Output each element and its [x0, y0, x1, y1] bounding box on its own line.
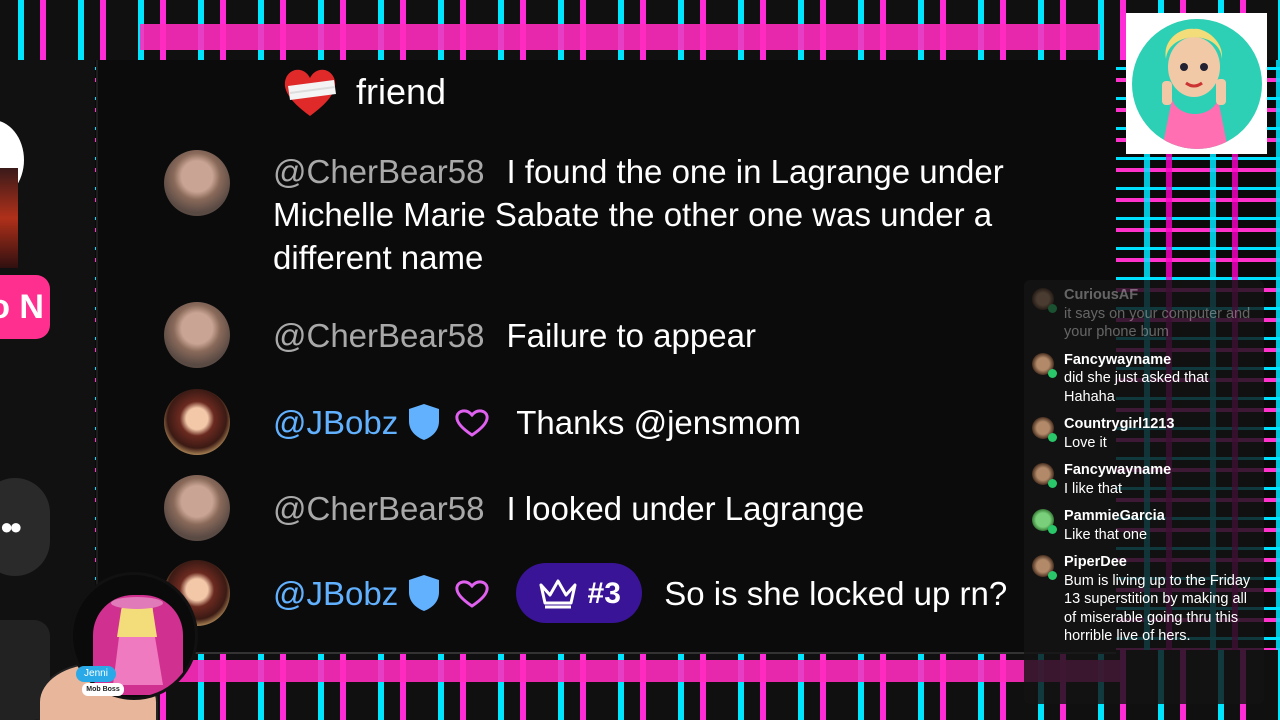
chat-message: @CherBear58 I looked under Lagrange [164, 475, 1053, 541]
side-chat-text: I like that [1064, 480, 1123, 497]
avatar[interactable] [1032, 463, 1057, 488]
avatar[interactable] [1032, 352, 1057, 378]
avatar[interactable] [164, 389, 230, 455]
side-chat-text: it says on your computer and your phone … [1064, 305, 1251, 341]
username[interactable]: @JBobz [273, 401, 398, 444]
chat-message: @JBobz #3 So is she locked up rn? [164, 560, 1073, 626]
chat-message: @JBobz Thanks @jensmom [164, 389, 1053, 455]
side-chat-username[interactable]: Fancywayname [1064, 351, 1256, 370]
side-chat-username[interactable]: PammieGarcia [1064, 507, 1165, 526]
avatar[interactable] [1032, 509, 1057, 534]
channel-logo [1126, 13, 1267, 154]
side-chat-item: Countrygirl1213 Love it [1032, 415, 1256, 452]
side-chat-username[interactable]: CuriousAF [1064, 286, 1256, 305]
logo-illustration [1131, 18, 1262, 149]
side-chat-username[interactable]: Fancywayname [1064, 461, 1171, 480]
left-side-panel: o N ●● [0, 60, 95, 720]
message-text: Thanks @jensmom [516, 403, 801, 441]
avatar[interactable] [1032, 555, 1057, 580]
side-chat-text: Bum is living up to the Friday 13 supers… [1064, 572, 1251, 645]
side-chat-item: PammieGarcia Like that one [1032, 507, 1256, 544]
more-options-button[interactable]: ●● [0, 478, 50, 576]
host-role-tag: Mob Boss [82, 683, 124, 696]
message-text: So is she locked up rn? [664, 574, 1008, 612]
left-pink-button[interactable]: o N [0, 275, 50, 339]
side-chat-username[interactable]: Countrygirl1213 [1064, 415, 1174, 434]
side-chat-text: Like that one [1064, 526, 1148, 543]
rank-badge: #3 [516, 563, 643, 623]
verified-shield-icon [409, 404, 440, 440]
message-text: I looked under Lagrange [506, 489, 865, 527]
chat-message: @CherBear58 I found the one in Lagrange u… [164, 150, 1053, 279]
username[interactable]: @CherBear58 [273, 487, 484, 530]
avatar[interactable] [164, 150, 230, 216]
username[interactable]: @JBobz [273, 572, 398, 615]
side-chat-item: Fancywayname I like that [1032, 461, 1256, 498]
side-chat-item: PiperDee Bum is living up to the Friday … [1032, 553, 1256, 646]
message-text: Failure to appear [506, 316, 756, 354]
verified-shield-icon [409, 575, 440, 611]
chat-panel: friend @CherBear58 I found the one in Lag… [96, 60, 1116, 654]
username[interactable]: @CherBear58 [273, 314, 484, 357]
crown-icon [539, 579, 577, 609]
cartoon-avatar-icon [1161, 28, 1228, 149]
username[interactable]: @CherBear58 [273, 153, 484, 190]
rank-label: #3 [587, 576, 621, 610]
heart-outline-icon [455, 580, 489, 608]
message-text: friend [356, 71, 447, 112]
side-chat-text: did she just asked that Hahaha [1064, 370, 1209, 405]
live-chat-panel: CuriousAF it says on your computer and y… [1024, 280, 1264, 704]
side-chat-item: Fancywayname did she just asked that Hah… [1032, 351, 1256, 407]
avatar[interactable] [1032, 288, 1057, 313]
divider [96, 652, 1116, 654]
side-chat-item: CuriousAF it says on your computer and y… [1032, 286, 1256, 342]
avatar[interactable] [1032, 417, 1057, 442]
message-continuation: friend [278, 60, 446, 124]
side-chat-username[interactable]: PiperDee [1064, 553, 1256, 572]
avatar[interactable] [164, 475, 230, 541]
avatar[interactable] [164, 302, 230, 368]
top-decorative-band [0, 0, 1280, 60]
side-chat-text: Love it [1064, 434, 1107, 451]
host-name-tag: Jenni [76, 666, 116, 682]
heart-outline-icon [455, 409, 489, 437]
left-thumbnail [0, 168, 18, 268]
chat-message: @CherBear58 Failure to appear [164, 302, 1053, 368]
bandaged-heart-icon [284, 69, 336, 116]
